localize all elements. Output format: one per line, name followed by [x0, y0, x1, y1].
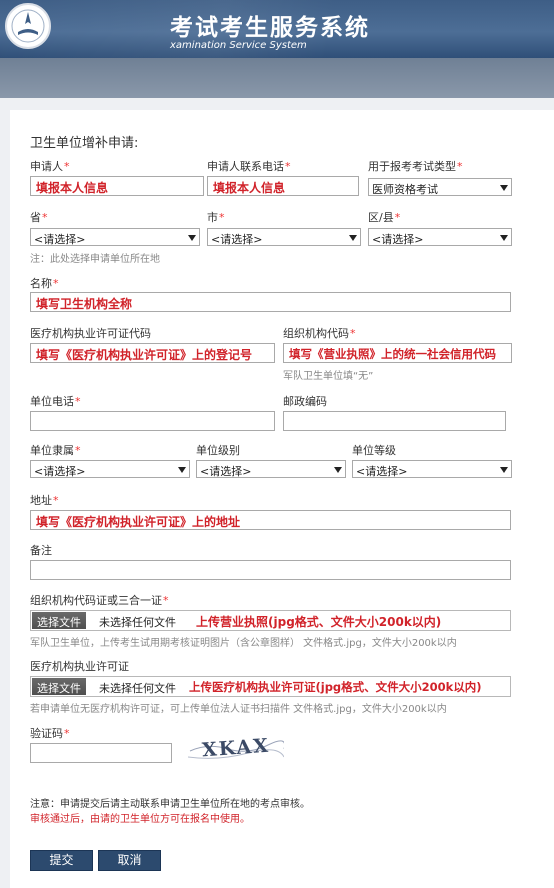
- org-code-field[interactable]: 填写《营业执照》上的统一社会信用代码: [283, 343, 512, 363]
- affiliation-label: 单位隶属*: [30, 444, 81, 457]
- affiliation-value: <请选择>: [34, 465, 86, 478]
- city-value: <请选择>: [211, 233, 263, 246]
- license-cert-upload: 选择文件 未选择任何文件 上传医疗机构执业许可证(jpg格式、文件大小200k以…: [30, 676, 511, 697]
- org-cert-label: 组织机构代码证或三合一证*: [30, 594, 169, 607]
- chevron-down-icon: [334, 467, 342, 473]
- county-label: 区/县*: [368, 211, 401, 224]
- remark-label: 备注: [30, 544, 52, 557]
- affiliation-select[interactable]: <请选择>: [30, 460, 190, 478]
- exam-type-select[interactable]: 医师资格考试: [368, 178, 512, 196]
- license-cert-choose-button[interactable]: 选择文件: [32, 678, 86, 695]
- captcha-image[interactable]: XKAX: [188, 731, 284, 765]
- unit-level-value: <请选择>: [200, 465, 252, 478]
- chevron-down-icon: [500, 185, 508, 191]
- org-cert-upload: 选择文件 未选择任何文件 上传营业执照(jpg格式、文件大小200k以内): [30, 610, 511, 631]
- form-panel: [10, 110, 554, 888]
- address-field[interactable]: 填写《医疗机构执业许可证》上的地址: [30, 510, 511, 530]
- org-cert-note: 军队卫生单位，上传考生试用期考核证明图片（含公章图样） 文件格式.jpg，文件大…: [30, 638, 457, 649]
- applicant-phone-value: 填报本人信息: [213, 181, 286, 195]
- cancel-button[interactable]: 取消: [98, 850, 161, 871]
- captcha-text: XKAX: [201, 735, 270, 762]
- applicant-label: 申请人*: [30, 160, 70, 173]
- unit-phone-label: 单位电话*: [30, 395, 81, 408]
- name-label: 名称*: [30, 277, 59, 290]
- chevron-down-icon: [349, 235, 357, 241]
- org-code-value: 填写《营业执照》上的统一社会信用代码: [289, 347, 496, 361]
- province-value: <请选择>: [34, 233, 86, 246]
- unit-grade-select[interactable]: <请选择>: [352, 460, 512, 478]
- app-title: 考试考生服务系统: [170, 14, 370, 41]
- province-label: 省*: [30, 211, 48, 224]
- org-cert-choose-button[interactable]: 选择文件: [32, 612, 86, 629]
- license-code-field[interactable]: 填写《医疗机构执业许可证》上的登记号: [30, 343, 275, 363]
- captcha-input[interactable]: [30, 743, 172, 763]
- county-select[interactable]: <请选择>: [368, 228, 512, 246]
- unit-grade-label: 单位等级: [352, 444, 396, 457]
- license-cert-status: 未选择任何文件: [99, 682, 176, 695]
- captcha-label: 验证码*: [30, 727, 70, 740]
- address-label: 地址*: [30, 494, 59, 507]
- postcode-label: 邮政编码: [283, 395, 327, 408]
- notice-line-2: 审核通过后，由请的卫生单位方可在报名中使用。: [30, 814, 250, 825]
- org-cert-annotation: 上传营业执照(jpg格式、文件大小200k以内): [196, 615, 442, 629]
- chevron-down-icon: [178, 467, 186, 473]
- org-cert-status: 未选择任何文件: [99, 616, 176, 629]
- exam-type-label: 用于报考考试类型*: [368, 160, 463, 173]
- exam-type-value: 医师资格考试: [372, 183, 438, 196]
- license-cert-label: 医疗机构执业许可证: [30, 660, 129, 673]
- org-code-note: 军队卫生单位填“无”: [283, 371, 374, 382]
- submit-button[interactable]: 提交: [30, 850, 93, 871]
- section-title: 卫生单位增补申请:: [30, 136, 139, 151]
- license-code-label: 医疗机构执业许可证代码: [30, 327, 151, 340]
- region-note: 注：此处选择申请单位所在地: [30, 254, 160, 265]
- province-select[interactable]: <请选择>: [30, 228, 200, 246]
- applicant-value: 填报本人信息: [36, 181, 109, 195]
- unit-level-label: 单位级别: [196, 444, 240, 457]
- chevron-down-icon: [500, 235, 508, 241]
- county-value: <请选择>: [372, 233, 424, 246]
- license-code-value: 填写《医疗机构执业许可证》上的登记号: [36, 348, 253, 362]
- name-value: 填写卫生机构全称: [36, 297, 133, 311]
- notice-line-1: 注意：申请提交后请主动联系申请卫生单位所在地的考点审核。: [30, 799, 310, 810]
- applicant-phone-field[interactable]: 填报本人信息: [207, 176, 359, 196]
- city-select[interactable]: <请选择>: [207, 228, 361, 246]
- org-code-label: 组织机构代码*: [283, 327, 356, 340]
- applicant-field[interactable]: 填报本人信息: [30, 176, 204, 196]
- license-cert-annotation: 上传医疗机构执业许可证(jpg格式、文件大小200k以内): [189, 680, 482, 694]
- name-field[interactable]: 填写卫生机构全称: [30, 292, 511, 312]
- chevron-down-icon: [188, 235, 196, 241]
- license-cert-note: 若申请单位无医疗机构许可证，可上传单位法人证书扫描件 文件格式.jpg，文件大小…: [30, 704, 447, 715]
- postcode-input[interactable]: [283, 411, 506, 431]
- unit-grade-value: <请选择>: [356, 465, 408, 478]
- unit-level-select[interactable]: <请选择>: [196, 460, 346, 478]
- app-subtitle: xamination Service System: [170, 40, 307, 51]
- address-value: 填写《医疗机构执业许可证》上的地址: [36, 515, 241, 529]
- city-label: 市*: [207, 211, 225, 224]
- unit-phone-input[interactable]: [30, 411, 275, 431]
- applicant-phone-label: 申请人联系电话*: [207, 160, 291, 173]
- header-band: [0, 58, 554, 98]
- logo-icon: [5, 3, 51, 49]
- remark-input[interactable]: [30, 560, 511, 580]
- chevron-down-icon: [500, 467, 508, 473]
